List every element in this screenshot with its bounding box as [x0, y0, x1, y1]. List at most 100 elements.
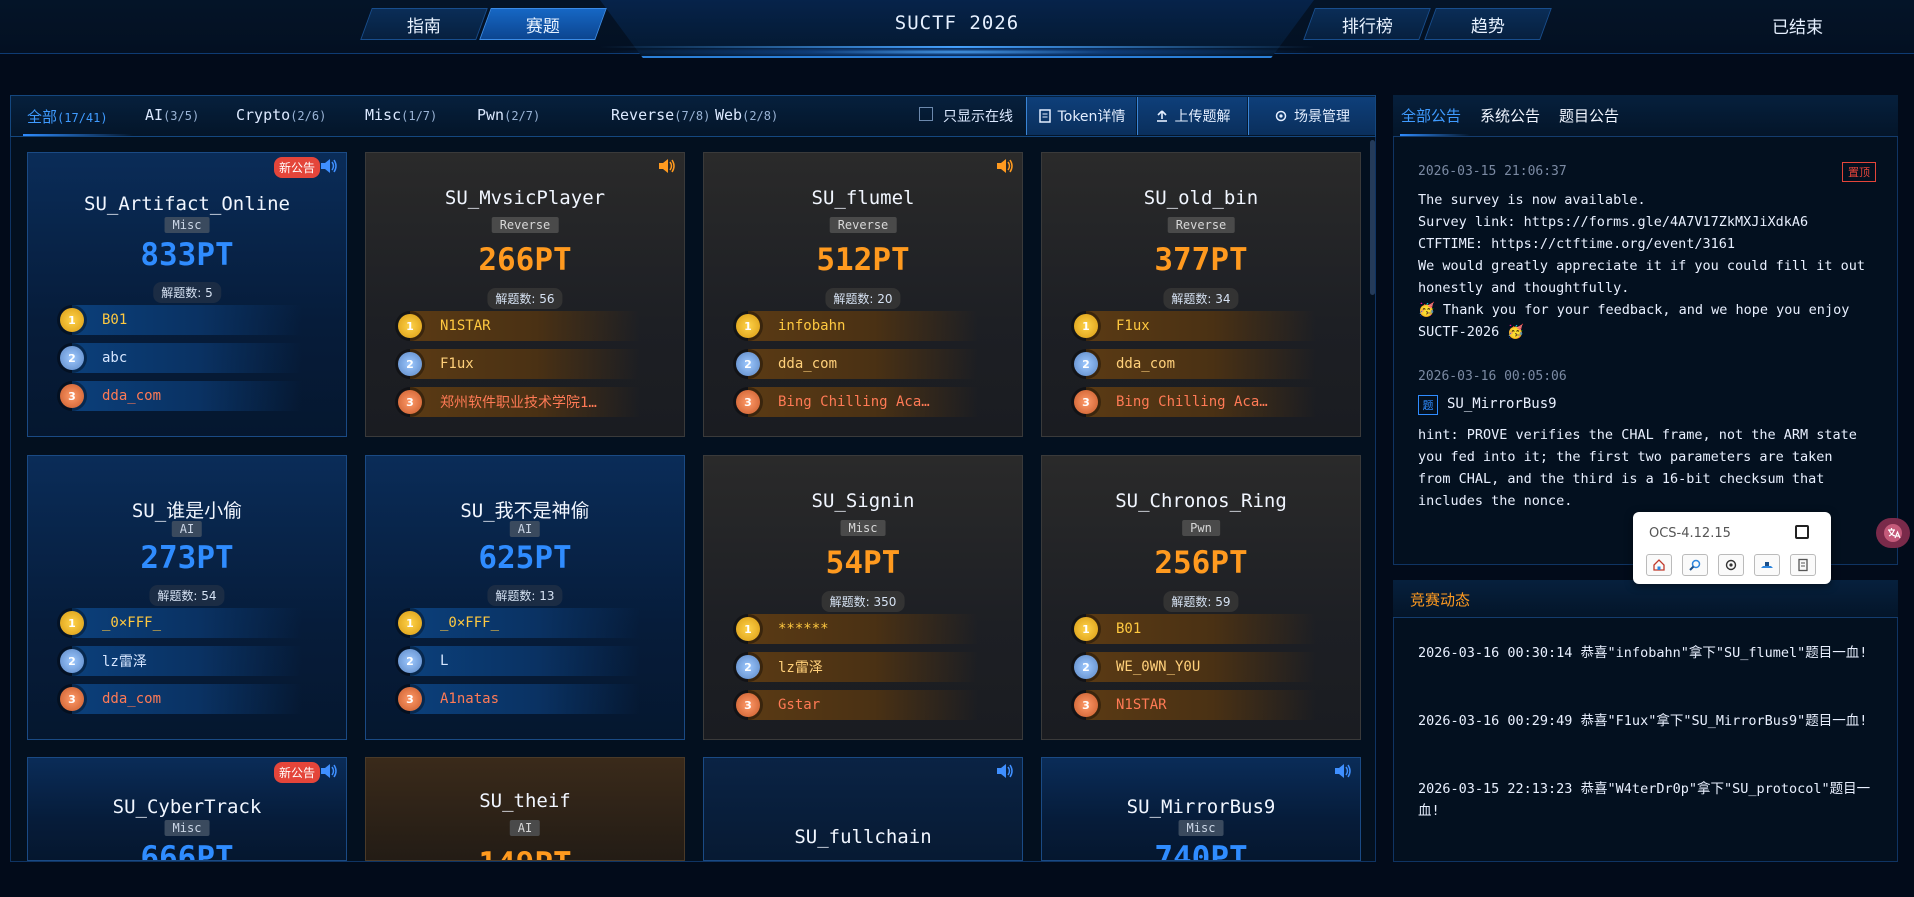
silver-medal-icon: 2 — [1074, 352, 1098, 376]
nav-tab-scoreboard[interactable]: 排行榜 — [1303, 8, 1431, 40]
challenge-card[interactable]: SU_old_bin Reverse 377PT 解题数: 34 1 F1ux 2… — [1041, 152, 1361, 437]
speaker-icon — [997, 159, 1013, 173]
challenge-name: SU_Artifact_Online — [84, 193, 290, 215]
token-details-button[interactable]: Token详情 — [1026, 97, 1136, 135]
rank-row-3: 3 dda_com — [60, 684, 302, 714]
challenge-points: 833PT — [140, 237, 234, 273]
ocs-title: OCS-4.12.15 — [1649, 526, 1731, 541]
solve-count: 解题数: 350 — [821, 591, 905, 612]
ocs-settings-button[interactable] — [1718, 554, 1744, 576]
challenge-name: SU_Signin — [811, 490, 915, 512]
challenge-category: Misc — [164, 820, 210, 836]
tab-system-announcements[interactable]: 系统公告 — [1480, 105, 1540, 126]
ocs-minimize-checkbox[interactable] — [1795, 525, 1809, 539]
filter-tab-reverse[interactable]: Reverse(7/8) — [611, 106, 710, 124]
rank-row-2: 2 F1ux — [398, 349, 640, 379]
ocs-document-button[interactable] — [1790, 554, 1816, 576]
challenge-points: 666PT — [140, 840, 234, 861]
ocs-search-button[interactable] — [1682, 554, 1708, 576]
hat-icon — [1761, 562, 1773, 568]
online-only-checkbox[interactable] — [919, 107, 933, 121]
challenge-category: AI — [171, 521, 203, 537]
rank-row-3: 3 Gstar — [736, 690, 978, 720]
challenge-card[interactable]: SU_谁是小偷 AI 273PT 解题数: 54 1 _0×FFF_ 2 lz雷泽 … — [27, 455, 347, 740]
bronze-medal-icon: 3 — [1074, 693, 1098, 717]
gear-icon — [1275, 110, 1287, 122]
challenge-name: SU_MvsicPlayer — [444, 187, 606, 209]
ocs-home-button[interactable] — [1646, 554, 1672, 576]
competition-feed-title: 竞赛动态 — [1410, 591, 1471, 609]
gold-medal-icon: 1 — [60, 308, 84, 332]
ocs-hat-button[interactable] — [1754, 554, 1780, 576]
rank-row-1: 1 N1STAR — [398, 311, 640, 341]
challenge-name: SU_flumel — [811, 187, 915, 209]
challenge-points: 377PT — [1154, 242, 1248, 278]
upload-icon — [1156, 110, 1167, 122]
announcement-time: 2026-03-15 21:06:37 — [1418, 164, 1567, 179]
speaker-icon — [659, 159, 675, 173]
translate-assistant-button[interactable] — [1876, 518, 1910, 548]
ocs-widget: OCS-4.12.15 — [1633, 512, 1831, 584]
challenge-card[interactable]: SU_theif AI 149PT — [365, 757, 685, 861]
challenge-card[interactable]: SU_flumel Reverse 512PT 解题数: 20 1 infobah… — [703, 152, 1023, 437]
challenge-card[interactable]: SU_MirrorBus9 Misc 740PT — [1041, 757, 1361, 861]
announcement-tab-underline — [1400, 134, 1470, 136]
filter-tab-all[interactable]: 全部(17/41) — [27, 106, 108, 127]
challenge-points: 273PT — [140, 540, 234, 576]
challenge-card[interactable]: 新公告 SU_Artifact_Online Misc 833PT 解题数: 5… — [27, 152, 347, 437]
challenge-tag-icon: 题 — [1418, 395, 1438, 415]
announcement-challenge-name[interactable]: SU_MirrorBus9 — [1447, 396, 1557, 412]
rank-row-3: 3 N1STAR — [1074, 690, 1316, 720]
challenge-category: Misc — [164, 217, 210, 233]
tab-challenge-announcements[interactable]: 题目公告 — [1559, 105, 1619, 126]
filter-tab-ai[interactable]: AI(3/5) — [145, 106, 199, 124]
rank-row-2: 2 lz雷泽 — [736, 652, 978, 682]
tab-all-announcements[interactable]: 全部公告 — [1401, 105, 1461, 126]
rank-row-3: 3 郑州软件职业技术学院1… — [398, 387, 640, 417]
scene-management-button[interactable]: 场景管理 — [1248, 97, 1375, 135]
challenge-points: 149PT — [366, 846, 684, 860]
challenge-points: 740PT — [1154, 840, 1248, 861]
speaker-icon — [321, 764, 337, 778]
challenge-card[interactable]: SU_Chronos_Ring Pwn 256PT 解题数: 59 1 B01 2… — [1041, 455, 1361, 740]
filter-tab-crypto[interactable]: Crypto(2/6) — [236, 106, 326, 124]
gold-medal-icon: 1 — [1074, 314, 1098, 338]
nav-tab-trend[interactable]: 趋势 — [1424, 8, 1552, 40]
challenge-card[interactable]: SU_fullchain — [703, 757, 1023, 861]
home-icon — [1653, 559, 1665, 571]
silver-medal-icon: 2 — [398, 649, 422, 673]
challenge-card[interactable]: SU_Signin Misc 54PT 解题数: 350 1 ****** 2 lz… — [703, 455, 1023, 740]
speaker-icon — [321, 159, 337, 173]
announcement-time: 2026-03-16 00:05:06 — [1418, 369, 1567, 384]
gold-medal-icon: 1 — [60, 611, 84, 635]
challenge-card[interactable]: 新公告 SU_CyberTrack Misc 666PT — [27, 757, 347, 861]
challenge-card[interactable]: SU_MvsicPlayer Reverse 266PT 解题数: 56 1 N1… — [365, 152, 685, 437]
site-title: SUCTF 2026 — [894, 12, 1020, 34]
bronze-medal-icon: 3 — [736, 390, 760, 414]
solve-count: 解题数: 20 — [825, 288, 901, 309]
gold-medal-icon: 1 — [398, 314, 422, 338]
bronze-medal-icon: 3 — [398, 687, 422, 711]
silver-medal-icon: 2 — [398, 352, 422, 376]
challenge-scrollbar[interactable] — [1370, 140, 1375, 295]
rank-row-1: 1 _0×FFF_ — [60, 608, 302, 638]
announcement-text: The survey is now available. Survey link… — [1418, 192, 1866, 340]
challenge-category: Reverse — [491, 217, 559, 233]
filter-tab-misc[interactable]: Misc(1/7) — [365, 106, 437, 124]
challenge-name: SU_谁是小偷 — [131, 500, 243, 522]
silver-medal-icon: 2 — [60, 346, 84, 370]
announcement-tabs — [1393, 95, 1898, 137]
silver-medal-icon: 2 — [60, 649, 84, 673]
rank-row-2: 2L — [398, 646, 640, 676]
rank-row-1: 1 ****** — [736, 614, 978, 644]
speaker-icon — [1335, 764, 1351, 778]
filter-tab-pwn[interactable]: Pwn(2/7) — [477, 106, 540, 124]
filter-tab-web[interactable]: Web(2/8) — [715, 106, 778, 124]
speaker-icon — [997, 764, 1013, 778]
upload-writeup-button[interactable]: 上传题解 — [1137, 97, 1247, 135]
document-icon — [1038, 109, 1051, 123]
challenge-category: AI — [509, 820, 541, 836]
challenge-card[interactable]: SU_我不是神偷 AI 625PT 解题数: 13 1 _0×FFF_ 2L 3A… — [365, 455, 685, 740]
document-icon — [1798, 558, 1808, 572]
challenge-points: 512PT — [816, 242, 910, 278]
